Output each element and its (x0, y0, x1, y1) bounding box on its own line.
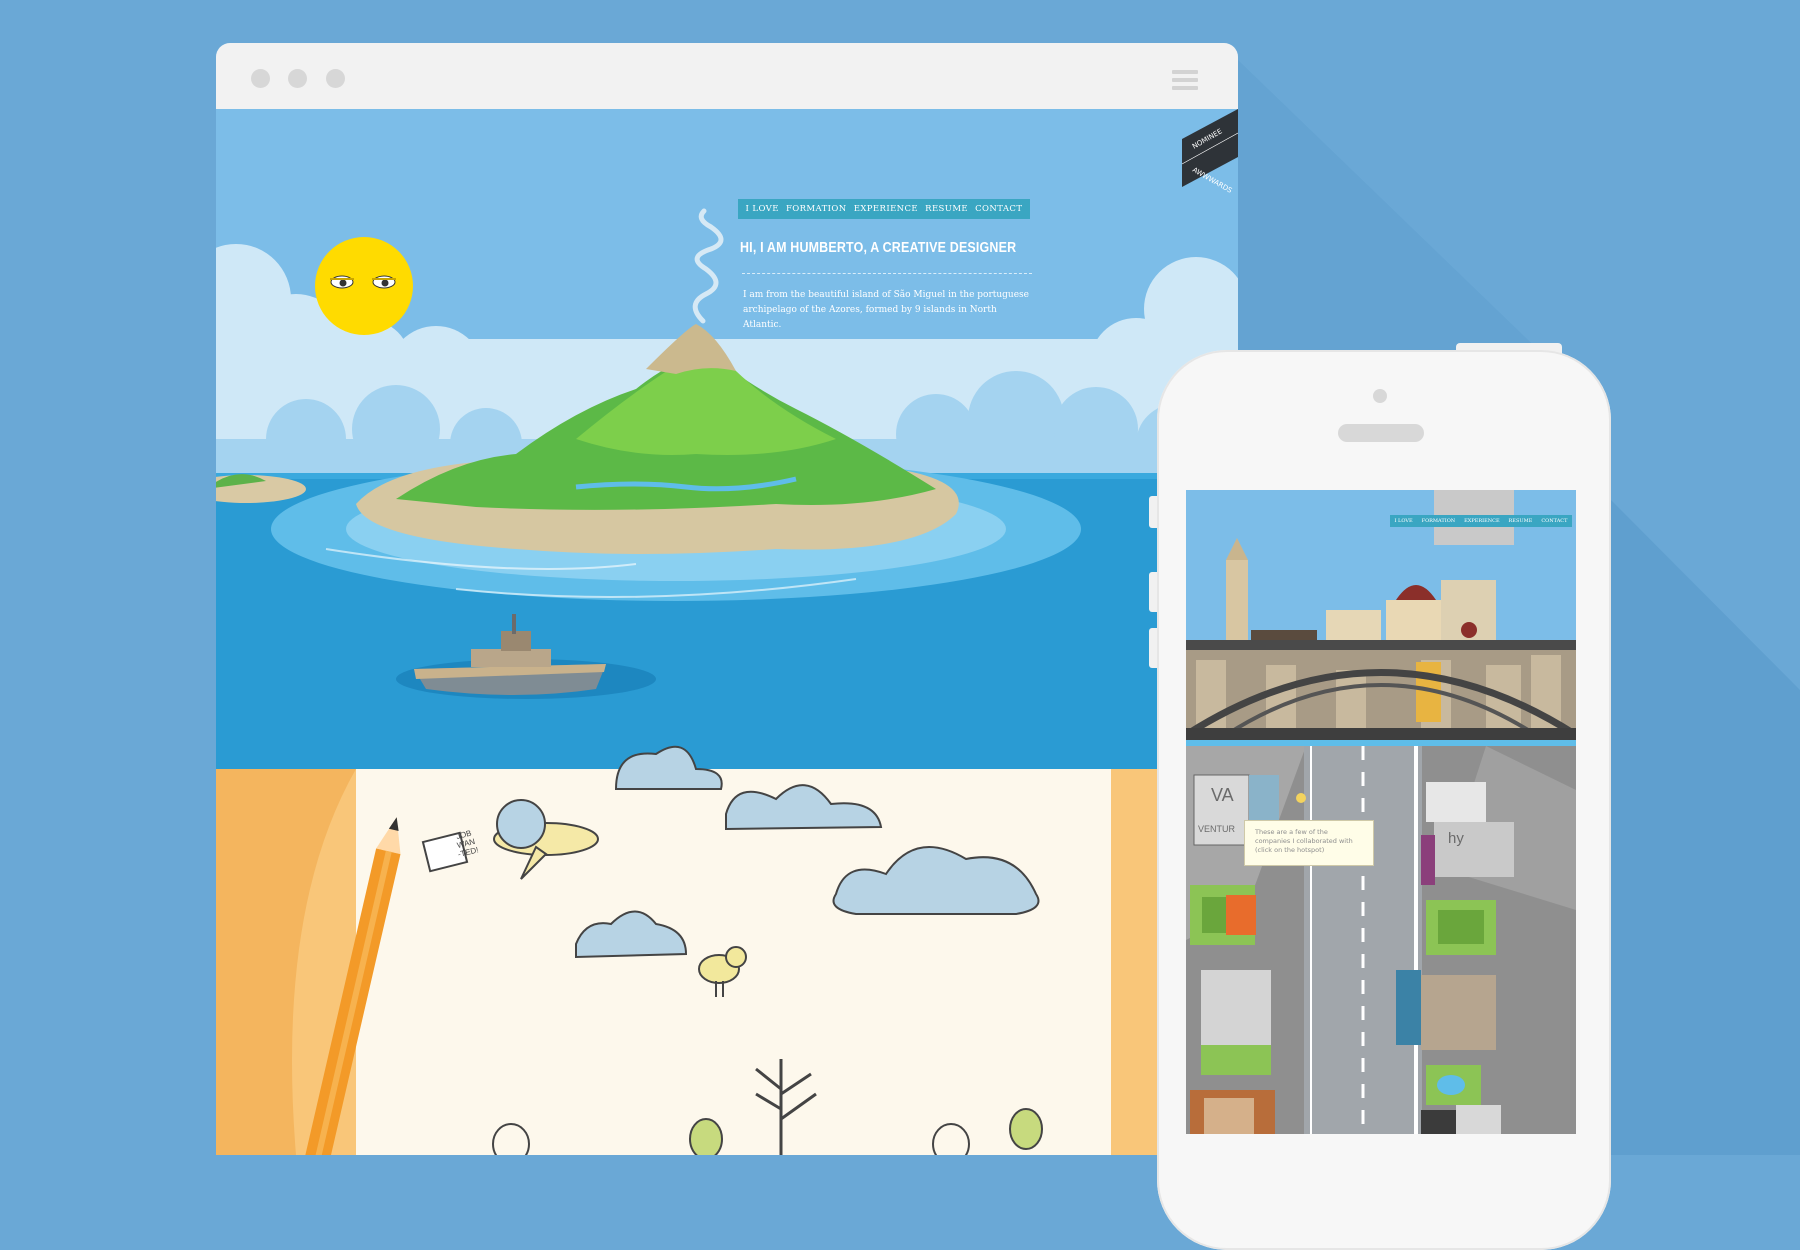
nav-formation[interactable]: FORMATION (786, 204, 847, 214)
mobile-nav-i-love[interactable]: I LOVE (1394, 518, 1412, 524)
mobile-navigation: I LOVE FORMATION EXPERIENCE RESUME CONTA… (1390, 515, 1572, 527)
nav-experience[interactable]: EXPERIENCE (854, 204, 918, 214)
tooltip-line-1: These are a few of the (1255, 828, 1328, 836)
nav-resume[interactable]: RESUME (925, 204, 968, 214)
mobile-nav-experience[interactable]: EXPERIENCE (1464, 518, 1499, 524)
hamburger-menu-icon[interactable] (1172, 70, 1198, 90)
phone-volume-up (1149, 572, 1157, 612)
tooltip-line-2: companies I collaborated with (1255, 837, 1353, 845)
nav-contact[interactable]: CONTACT (975, 204, 1022, 214)
phone-camera (1373, 389, 1387, 403)
nav-i-love[interactable]: I LOVE (746, 204, 779, 214)
porto-city-illustration (1186, 490, 1576, 1134)
va-logo[interactable]: VA (1211, 785, 1234, 806)
sun-character (315, 237, 413, 335)
companies-tooltip: These are a few of the companies I colla… (1244, 820, 1374, 866)
desktop-browser-window: I LOVE FORMATION EXPERIENCE RESUME CONTA… (216, 43, 1238, 1155)
tooltip-line-3: (click on the hotspot) (1255, 846, 1325, 854)
window-maximize-dot[interactable] (326, 69, 345, 88)
mobile-nav-resume[interactable]: RESUME (1509, 518, 1533, 524)
mobile-nav-formation[interactable]: FORMATION (1422, 518, 1456, 524)
browser-toolbar (216, 43, 1238, 109)
hy-logo[interactable]: hy (1448, 830, 1464, 847)
website-viewport: I LOVE FORMATION EXPERIENCE RESUME CONTA… (216, 109, 1238, 1155)
mobile-nav-contact[interactable]: CONTACT (1541, 518, 1567, 524)
phone-speaker (1338, 424, 1424, 442)
mobile-screen: I LOVE FORMATION EXPERIENCE RESUME CONTA… (1186, 490, 1576, 1134)
site-navigation: I LOVE FORMATION EXPERIENCE RESUME CONTA… (738, 199, 1030, 219)
window-minimize-dot[interactable] (288, 69, 307, 88)
phone-volume-down (1149, 628, 1157, 668)
phone-mute-switch (1149, 496, 1157, 528)
headline-divider (742, 273, 1032, 274)
hero-intro-text: I am from the beautiful island of São Mi… (743, 290, 1029, 330)
window-close-dot[interactable] (251, 69, 270, 88)
awwwards-nominee-ribbon[interactable]: NOMINEE AWWWARDS (1182, 109, 1238, 209)
ventur-logo[interactable]: VENTUR (1198, 824, 1235, 834)
hero-headline: HI, I AM HUMBERTO, A CREATIVE DESIGNER (740, 240, 1017, 256)
